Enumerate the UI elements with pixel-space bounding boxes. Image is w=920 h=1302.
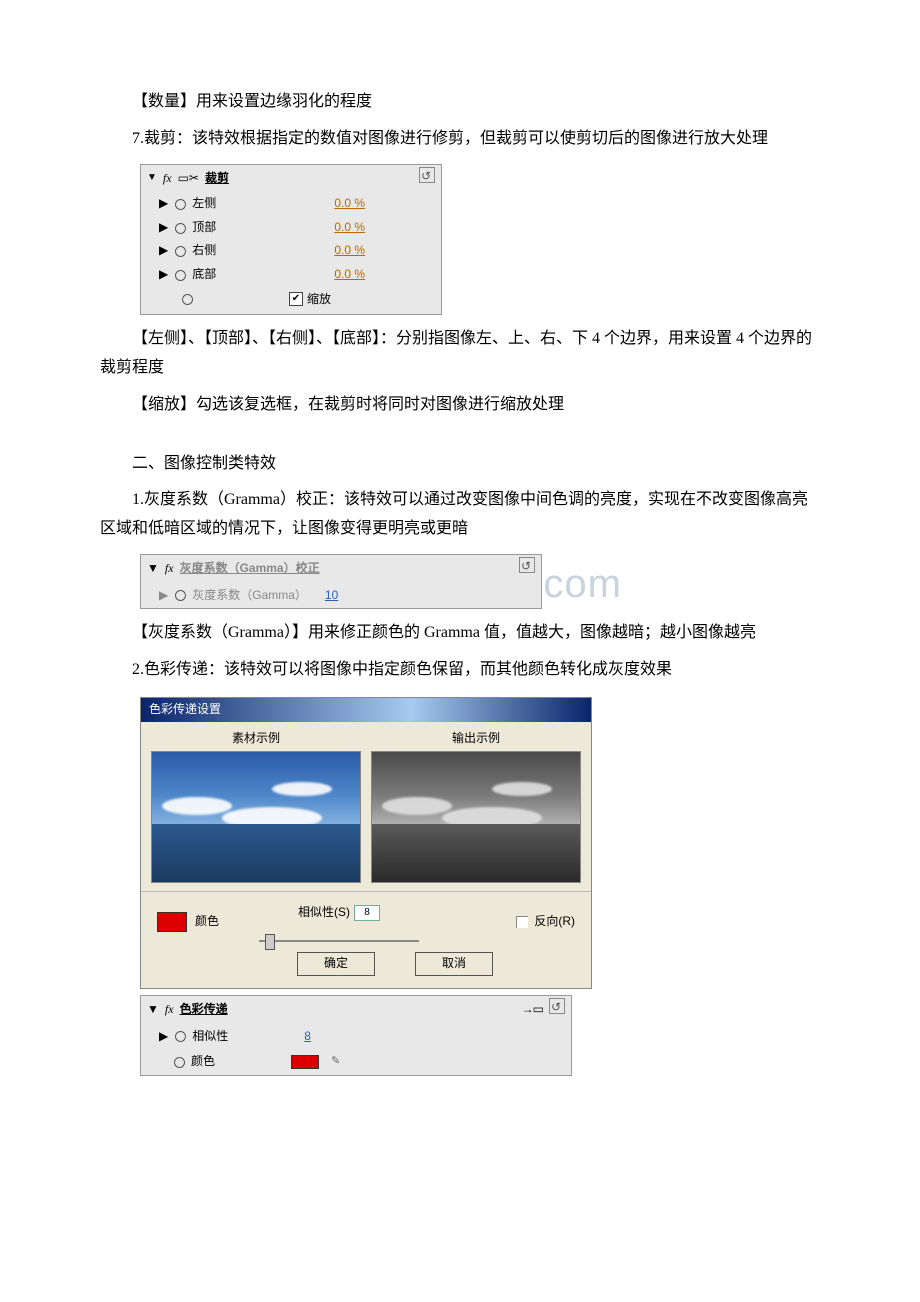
reverse-label: 反向(R) — [534, 911, 575, 933]
reset-button[interactable] — [549, 998, 565, 1022]
disclosure-triangle-icon[interactable]: ▼ — [147, 999, 159, 1021]
param-value[interactable]: 10 — [325, 585, 338, 607]
disclosure-triangle-icon[interactable]: ▼ — [147, 558, 159, 580]
slider-thumb[interactable] — [265, 934, 275, 950]
color-label: 颜色 — [195, 911, 219, 933]
param-label: 底部 — [192, 264, 216, 286]
checkbox-label: 缩放 — [307, 289, 331, 311]
param-value[interactable]: 0.0 % — [334, 217, 365, 239]
disclosure-triangle-icon[interactable]: ▼ — [147, 169, 157, 187]
param-label: 相似性 — [192, 1026, 228, 1048]
stopwatch-icon[interactable] — [173, 1056, 185, 1068]
paragraph: 2.色彩传递：该特效可以将图像中指定颜色保留，而其他颜色转化成灰度效果 — [100, 656, 820, 685]
section-heading: 二、图像控制类特效 — [100, 450, 820, 479]
dialog-titlebar: 色彩传递设置 — [141, 698, 591, 722]
source-preview-label: 素材示例 — [151, 726, 361, 752]
paragraph: 1.灰度系数（Gramma）校正：该特效可以通过改变图像中间色调的亮度，实现在不… — [100, 486, 820, 544]
similarity-input[interactable]: 8 — [354, 905, 380, 921]
eyedropper-icon[interactable]: ✎ — [331, 1052, 340, 1072]
color-swatch[interactable] — [291, 1055, 319, 1069]
disclosure-triangle-icon[interactable]: ▶ — [159, 240, 168, 262]
param-label: 右侧 — [192, 240, 216, 262]
color-pass-dialog: 色彩传递设置 素材示例 输出示例 — [140, 697, 592, 989]
param-label: 左侧 — [192, 193, 216, 215]
param-value[interactable]: 0.0 % — [334, 264, 365, 286]
reset-icon — [519, 557, 535, 573]
fx-icon: fx — [165, 999, 174, 1021]
effect-title[interactable]: 灰度系数（Gamma）校正 — [180, 558, 320, 580]
paragraph: 7.裁剪：该特效根据指定的数值对图像进行修剪，但裁剪可以使剪切后的图像进行放大处… — [100, 125, 820, 154]
paragraph: 【缩放】勾选该复选框，在裁剪时将同时对图像进行缩放处理 — [100, 391, 820, 420]
gamma-effect-panel: ▼ fx 灰度系数（Gamma）校正 ▶ 灰度系数（Gamma） 10 — [140, 554, 542, 609]
reset-button[interactable] — [519, 557, 535, 581]
param-value[interactable]: 8 — [304, 1026, 311, 1048]
paragraph: 【数量】用来设置边缘羽化的程度 — [100, 88, 820, 117]
stopwatch-icon[interactable] — [174, 198, 186, 210]
color-pass-effect-panel: ▼ fx 色彩传递 →▭ ▶ 相似性 8 颜色 ✎ — [140, 995, 572, 1076]
source-preview[interactable] — [151, 751, 361, 883]
param-label: 颜色 — [191, 1051, 215, 1073]
fx-icon: fx — [165, 558, 174, 580]
stopwatch-icon[interactable] — [174, 1030, 186, 1042]
output-preview — [371, 751, 581, 883]
disclosure-triangle-icon[interactable]: ▶ — [159, 264, 168, 286]
disclosure-triangle-icon[interactable]: ▶ — [159, 217, 168, 239]
stopwatch-icon[interactable] — [174, 222, 186, 234]
stopwatch-icon[interactable] — [174, 589, 186, 601]
stopwatch-icon[interactable] — [181, 293, 193, 305]
param-value[interactable]: 0.0 % — [334, 193, 365, 215]
param-label: 灰度系数（Gamma） — [192, 585, 307, 607]
crop-rect-icon: ▭✂ — [178, 168, 199, 190]
setup-dialog-icon[interactable]: →▭ — [522, 999, 543, 1021]
output-preview-label: 输出示例 — [371, 726, 581, 752]
color-swatch[interactable] — [157, 912, 187, 932]
param-label: 顶部 — [192, 217, 216, 239]
reset-icon — [549, 998, 565, 1014]
stopwatch-icon[interactable] — [174, 245, 186, 257]
ok-button[interactable]: 确定 — [297, 952, 375, 976]
dialog-title-text: 色彩传递设置 — [149, 699, 221, 721]
paragraph: 【左侧】、【顶部】、【右侧】、【底部】：分别指图像左、上、右、下 4 个边界，用… — [100, 325, 820, 383]
cancel-button[interactable]: 取消 — [415, 952, 493, 976]
effect-title[interactable]: 裁剪 — [205, 168, 229, 190]
similarity-slider[interactable] — [259, 940, 419, 942]
stopwatch-icon[interactable] — [174, 269, 186, 281]
reverse-checkbox[interactable] — [516, 916, 528, 928]
paragraph: 【灰度系数（Gramma）】用来修正颜色的 Gramma 值，值越大，图像越暗；… — [100, 619, 820, 648]
zoom-checkbox[interactable]: ✔ — [289, 292, 303, 306]
disclosure-triangle-icon[interactable]: ▶ — [159, 193, 168, 215]
effect-title[interactable]: 色彩传递 — [180, 999, 228, 1021]
similarity-label: 相似性(S) — [298, 902, 350, 924]
reset-icon — [419, 167, 435, 183]
fx-icon: fx — [163, 168, 172, 190]
disclosure-triangle-icon[interactable]: ▶ — [159, 585, 168, 607]
param-value[interactable]: 0.0 % — [334, 240, 365, 262]
reset-button[interactable] — [419, 167, 435, 191]
crop-effect-panel: ▼ fx ▭✂ 裁剪 ▶ 左侧 0.0 % ▶ 顶部 0.0 % ▶ 右侧 0.… — [140, 164, 442, 316]
disclosure-triangle-icon[interactable]: ▶ — [159, 1026, 168, 1048]
